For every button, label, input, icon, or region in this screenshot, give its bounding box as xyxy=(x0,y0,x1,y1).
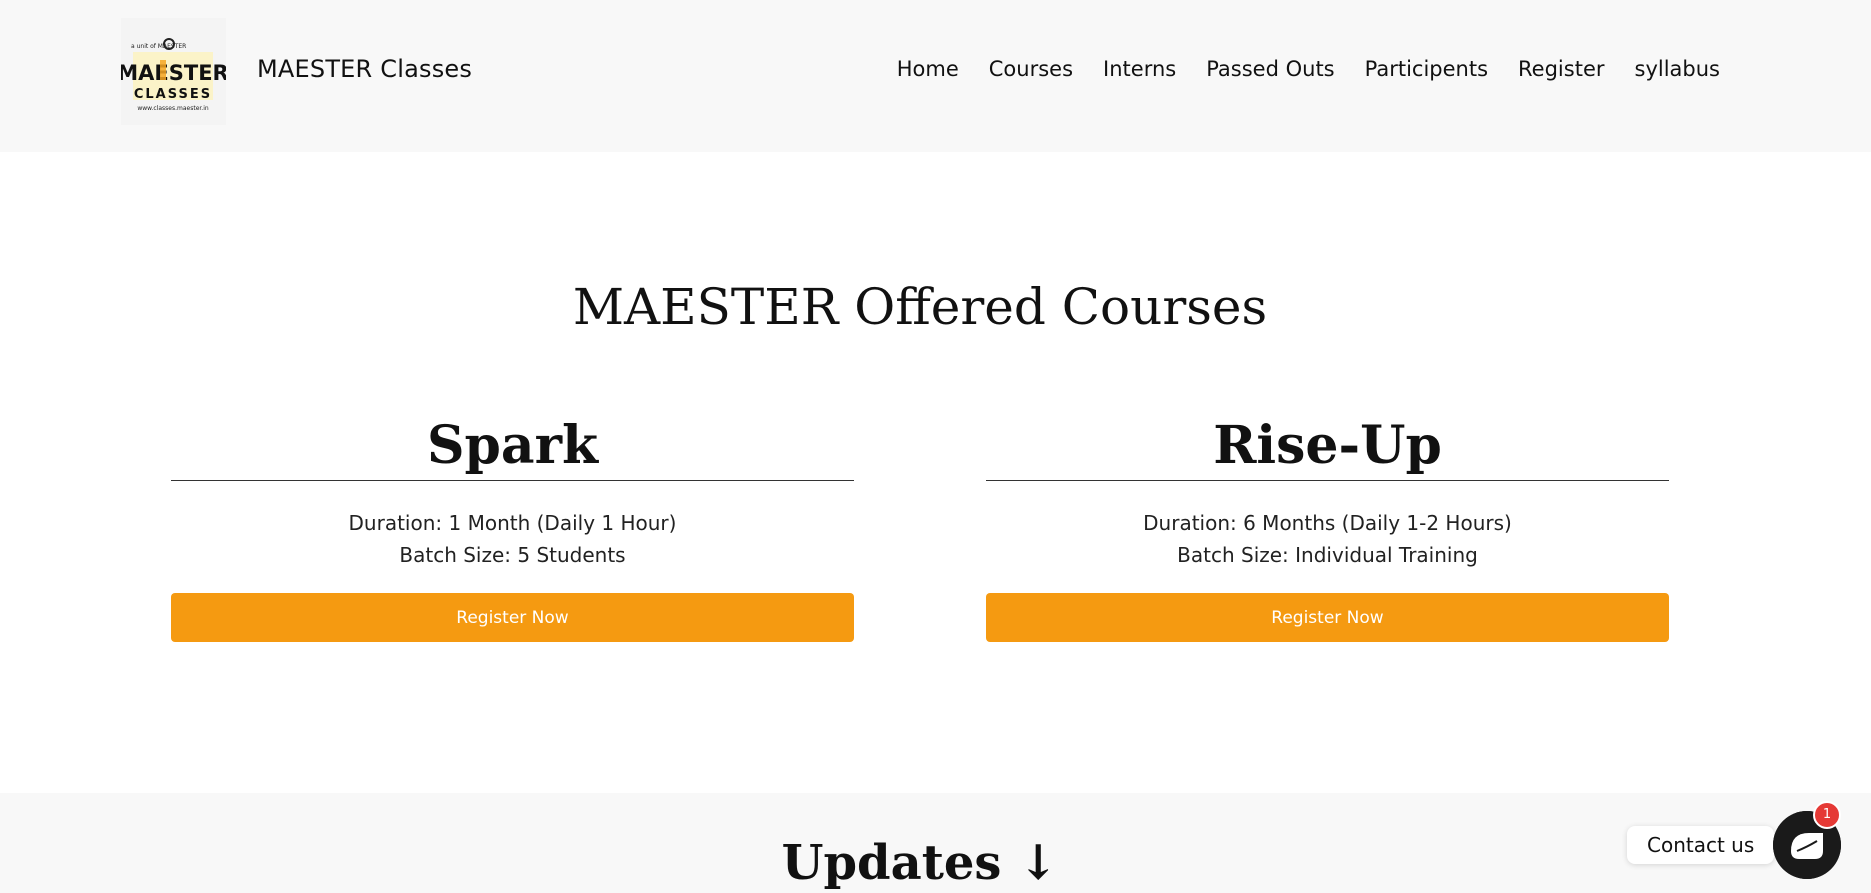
logo-line2: CLASSES xyxy=(134,87,212,102)
page-title: MAESTER Offered Courses xyxy=(572,278,1268,336)
nav-passed-outs[interactable]: Passed Outs xyxy=(1206,57,1334,81)
logo-url: www.classes.maester.in xyxy=(137,105,209,112)
brand-name[interactable]: MAESTER Classes xyxy=(257,55,472,83)
course-card-rise-up: Rise-Up Duration: 6 Months (Daily 1-2 Ho… xyxy=(986,412,1669,642)
course-title: Spark xyxy=(171,412,854,481)
register-now-button[interactable]: Register Now xyxy=(171,593,854,642)
nav-home[interactable]: Home xyxy=(897,57,959,81)
contact-us-label[interactable]: Contact us xyxy=(1627,826,1775,864)
logo-line1: MAESTER xyxy=(121,61,226,85)
nav-participents[interactable]: Participents xyxy=(1365,57,1488,81)
nav-syllabus[interactable]: syllabus xyxy=(1635,57,1721,81)
course-card-spark: Spark Duration: 1 Month (Daily 1 Hour) B… xyxy=(171,412,854,642)
updates-title: Updates ↓ xyxy=(781,835,1059,891)
register-now-button[interactable]: Register Now xyxy=(986,593,1669,642)
course-duration: Duration: 6 Months (Daily 1-2 Hours) xyxy=(1143,511,1512,535)
course-batch-size: Batch Size: 5 Students xyxy=(399,543,626,567)
site-logo[interactable]: a unit of MAESTER MAESTER CLASSES www.cl… xyxy=(117,18,229,125)
course-duration: Duration: 1 Month (Daily 1 Hour) xyxy=(348,511,677,535)
site-header: a unit of MAESTER MAESTER CLASSES www.cl… xyxy=(0,0,1871,152)
course-batch-size: Batch Size: Individual Training xyxy=(1177,543,1478,567)
logo-graphic: a unit of MAESTER MAESTER CLASSES www.cl… xyxy=(117,18,229,125)
logo-tagline: a unit of MAESTER xyxy=(131,43,186,50)
nav-interns[interactable]: Interns xyxy=(1103,57,1176,81)
notification-badge: 1 xyxy=(1813,801,1841,829)
course-title: Rise-Up xyxy=(986,412,1669,481)
main-nav: Home Courses Interns Passed Outs Partici… xyxy=(897,57,1721,81)
nav-register[interactable]: Register xyxy=(1518,57,1604,81)
nav-courses[interactable]: Courses xyxy=(989,57,1073,81)
